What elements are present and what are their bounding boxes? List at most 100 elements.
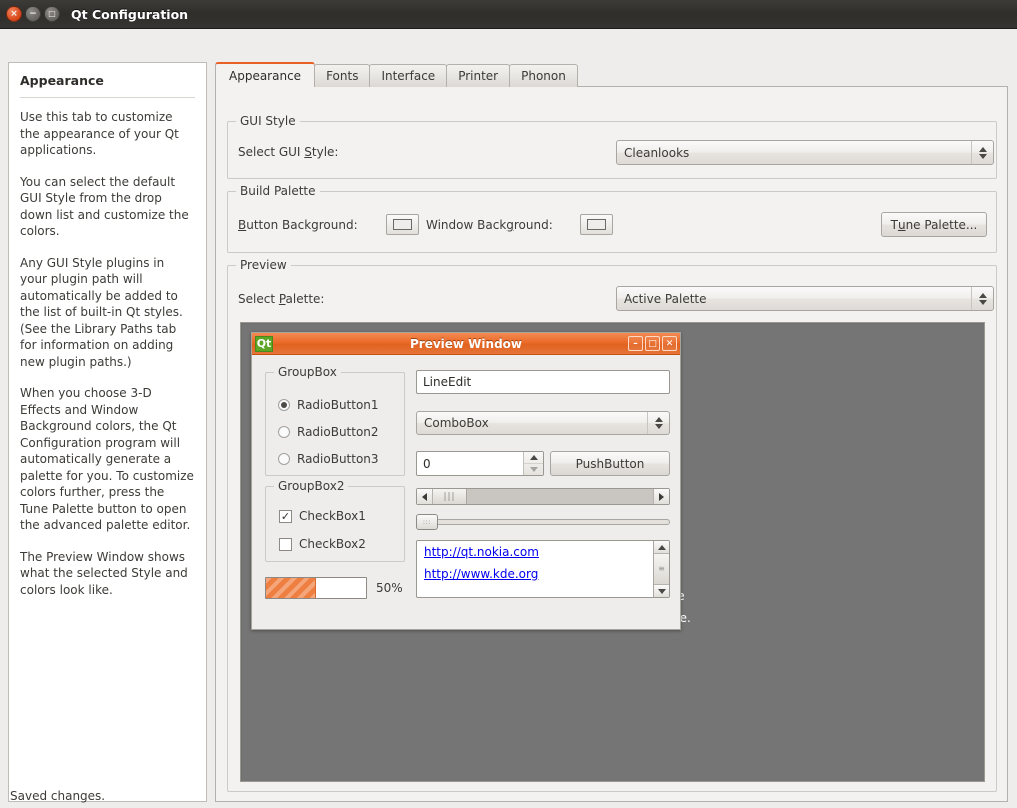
tab-widget: Appearance Fonts Interface Printer Phono… xyxy=(215,62,1008,802)
preview-combobox[interactable]: ComboBox xyxy=(416,411,670,435)
build-palette-group: Build Palette Button Background: Window … xyxy=(227,191,997,253)
gui-style-group-title: GUI Style xyxy=(236,114,300,128)
progress-bar-label: 50% xyxy=(376,581,403,595)
radio-button-2-label: RadioButton2 xyxy=(297,425,379,439)
horizontal-scrollbar[interactable]: ||| xyxy=(416,488,670,505)
checkbox-1[interactable]: ✓ CheckBox1 xyxy=(279,509,366,523)
checkbox-2-label: CheckBox2 xyxy=(299,537,366,551)
tune-palette-button[interactable]: Tune Palette... xyxy=(881,212,987,237)
preview-groupbox-1: GroupBox RadioButton1 RadioButton2 xyxy=(265,372,405,476)
tab-label: Phonon xyxy=(521,69,566,83)
line-edit[interactable]: LineEdit xyxy=(416,370,670,394)
preview-close-button[interactable]: ✕ xyxy=(662,336,677,351)
select-gui-style-label: Select GUI Style: xyxy=(238,145,338,159)
radio-button-3-label: RadioButton3 xyxy=(297,452,379,466)
preview-canvas: se ose. Qt Preview Window – □ ✕ xyxy=(240,322,985,782)
slider-handle[interactable]: ::: xyxy=(416,514,438,530)
help-panel-title: Appearance xyxy=(20,73,195,98)
help-paragraph: You can select the default GUI Style fro… xyxy=(20,174,195,240)
color-swatch-icon xyxy=(393,219,412,230)
scrollbar-handle[interactable]: ||| xyxy=(433,489,467,504)
scroll-down-icon[interactable] xyxy=(654,584,669,597)
minimize-icon: − xyxy=(29,10,37,19)
progress-bar xyxy=(265,577,367,599)
scroll-up-icon[interactable] xyxy=(654,541,669,554)
list-item-link[interactable]: http://www.kde.org xyxy=(417,563,669,585)
button-background-label: Button Background: xyxy=(238,218,358,232)
close-icon: × xyxy=(10,10,18,19)
preview-maximize-button[interactable]: □ xyxy=(645,336,660,351)
preview-groupbox-2: GroupBox2 ✓ CheckBox1 CheckBox2 xyxy=(265,486,405,562)
vertical-scrollbar[interactable]: ≡ xyxy=(653,541,669,597)
checkbox-1-label: CheckBox1 xyxy=(299,509,366,523)
tab-label: Appearance xyxy=(229,69,301,83)
maximize-icon: □ xyxy=(48,10,56,18)
checkbox-checked-icon: ✓ xyxy=(279,510,292,523)
slider-groove xyxy=(416,519,670,525)
chevron-updown-icon xyxy=(971,141,993,164)
color-swatch-icon xyxy=(587,219,606,230)
radio-button-3[interactable]: RadioButton3 xyxy=(278,452,379,466)
grip-icon: ||| xyxy=(443,492,455,502)
preview-window-titlebar[interactable]: Qt Preview Window – □ ✕ xyxy=(252,333,680,355)
list-item-link[interactable]: http://qt.nokia.com xyxy=(417,541,669,563)
progress-bar-fill xyxy=(266,578,316,598)
spin-box-buttons[interactable] xyxy=(523,452,543,475)
window-background-swatch[interactable] xyxy=(580,214,613,235)
grip-icon: ::: xyxy=(423,520,432,525)
window-minimize-button[interactable]: − xyxy=(25,6,41,22)
push-button[interactable]: PushButton xyxy=(550,451,670,476)
scroll-left-icon[interactable] xyxy=(417,489,433,504)
maximize-icon: □ xyxy=(648,339,657,349)
window-titlebar: × − □ Qt Configuration xyxy=(0,0,1017,29)
preview-group: Preview Select Palette: Active Palette s… xyxy=(227,265,997,792)
scrollbar-track[interactable]: ≡ xyxy=(654,554,669,584)
push-button-label: PushButton xyxy=(576,457,645,471)
preview-window-controls: – □ ✕ xyxy=(628,336,677,351)
radio-button-1[interactable]: RadioButton1 xyxy=(278,398,379,412)
spin-up-icon[interactable] xyxy=(524,452,543,464)
tab-appearance[interactable]: Appearance xyxy=(215,62,315,87)
radio-off-icon xyxy=(278,453,290,465)
preview-groupbox-1-title: GroupBox xyxy=(274,365,341,379)
preview-window-body: GroupBox RadioButton1 RadioButton2 xyxy=(252,355,680,630)
button-background-swatch[interactable] xyxy=(386,214,419,235)
scrollbar-handle[interactable]: ≡ xyxy=(654,554,669,584)
tab-printer[interactable]: Printer xyxy=(446,64,510,87)
link-list[interactable]: http://qt.nokia.com http://www.kde.org ≡ xyxy=(416,540,670,598)
chevron-updown-icon xyxy=(647,412,669,434)
window-maximize-button[interactable]: □ xyxy=(44,6,60,22)
status-message: Saved changes. xyxy=(10,789,105,803)
horizontal-slider[interactable]: ::: xyxy=(416,512,670,532)
preview-window: Qt Preview Window – □ ✕ GroupBox xyxy=(251,332,681,630)
help-paragraph: Use this tab to customize the appearance… xyxy=(20,109,195,159)
gui-style-combobox-value: Cleanlooks xyxy=(624,146,689,160)
gui-style-combobox[interactable]: Cleanlooks xyxy=(616,140,994,165)
window-controls: × − □ xyxy=(6,6,60,22)
preview-minimize-button[interactable]: – xyxy=(628,336,643,351)
spin-box[interactable]: 0 xyxy=(416,451,544,476)
spin-down-icon[interactable] xyxy=(524,464,543,475)
preview-groupbox-2-title: GroupBox2 xyxy=(274,479,348,493)
select-palette-label: Select Palette: xyxy=(238,292,324,306)
checkbox-2[interactable]: CheckBox2 xyxy=(279,537,366,551)
tab-phonon[interactable]: Phonon xyxy=(509,64,578,87)
build-palette-group-title: Build Palette xyxy=(236,184,320,198)
line-edit-value: LineEdit xyxy=(423,375,471,389)
tab-label: Interface xyxy=(381,69,435,83)
window-title: Qt Configuration xyxy=(71,7,188,22)
checkbox-unchecked-icon xyxy=(279,538,292,551)
radio-off-icon xyxy=(278,426,290,438)
window-close-button[interactable]: × xyxy=(6,6,22,22)
tab-label: Printer xyxy=(458,69,498,83)
chevron-updown-icon xyxy=(971,287,993,310)
radio-button-2[interactable]: RadioButton2 xyxy=(278,425,379,439)
tab-interface[interactable]: Interface xyxy=(369,64,447,87)
tab-bar: Appearance Fonts Interface Printer Phono… xyxy=(215,62,1008,87)
help-paragraph: The Preview Window shows what the select… xyxy=(20,549,195,599)
close-icon: ✕ xyxy=(666,339,674,349)
scroll-right-icon[interactable] xyxy=(653,489,669,504)
select-palette-combobox[interactable]: Active Palette xyxy=(616,286,994,311)
help-paragraph: When you choose 3-D Effects and Window B… xyxy=(20,385,195,534)
tab-fonts[interactable]: Fonts xyxy=(314,64,370,87)
